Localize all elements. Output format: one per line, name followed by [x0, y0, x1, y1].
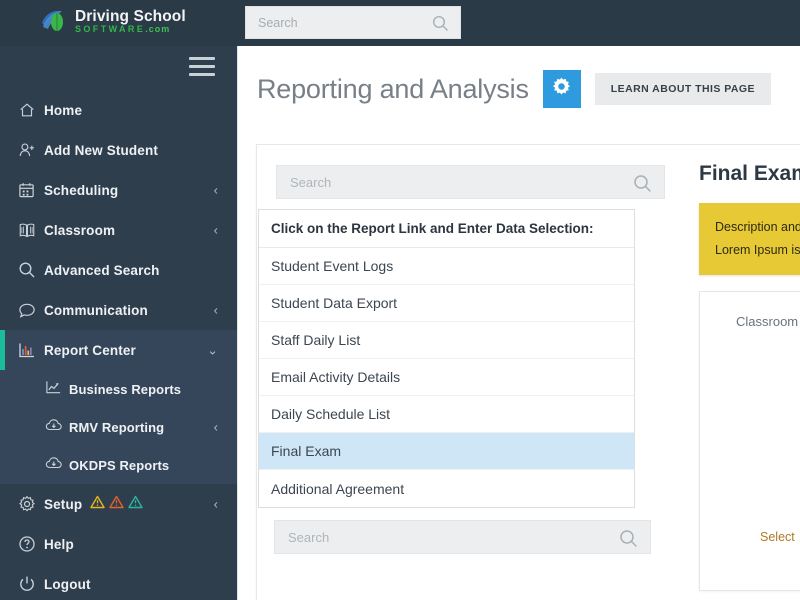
sidebar-item-label: Communication — [44, 303, 148, 318]
sidebar-item-report-center[interactable]: Report Center ⌄ — [0, 330, 237, 370]
learn-about-this-page-button[interactable]: LEARN ABOUT THIS PAGE — [595, 73, 771, 105]
leaf-swoosh-logo-icon — [40, 7, 68, 35]
brand-subtitle: SOFTWARE.com — [75, 25, 186, 34]
sidebar-item-label: Home — [44, 103, 82, 118]
sidebar-submenu-report-center: Business Reports RMV Reporting ‹ OKDPS R… — [0, 370, 237, 484]
warning-triangle-icon — [128, 495, 143, 514]
report-search-bottom[interactable] — [274, 520, 651, 554]
gear-icon — [18, 495, 44, 513]
search-icon — [18, 261, 44, 279]
report-list-item[interactable]: Student Data Export — [259, 285, 634, 322]
chevron-down-icon: ⌄ — [207, 344, 218, 357]
report-list-item[interactable]: Additional Agreement — [259, 470, 634, 507]
sidebar-item-label: Logout — [44, 577, 91, 592]
cloud-download-icon — [45, 417, 69, 438]
page-title: Reporting and Analysis — [257, 74, 529, 105]
bar-chart-icon — [18, 341, 44, 359]
sidebar-item-classroom[interactable]: Classroom ‹ — [0, 210, 237, 250]
sidebar-subitem-label: RMV Reporting — [69, 420, 164, 435]
green-flag-icon[interactable] — [347, 582, 421, 600]
sidebar-item-communication[interactable]: Communication ‹ — [0, 290, 237, 330]
report-list-item[interactable]: Daily Schedule List — [259, 396, 634, 433]
sidebar-item-label: Setup — [44, 497, 82, 512]
report-list-item[interactable]: Student Event Logs — [259, 248, 634, 285]
detail-card-label: Classroom — [736, 314, 798, 329]
brand-logo[interactable]: Driving School SOFTWARE.com — [40, 7, 186, 35]
detail-title: Final Exam — [699, 162, 800, 186]
sidebar: Home Add New Student Scheduling ‹ Classr… — [0, 46, 237, 600]
detail-description-note: Description and selection instructions g… — [699, 203, 800, 275]
setup-warning-badges — [90, 495, 143, 514]
chat-bubble-icon — [18, 301, 44, 319]
home-icon — [18, 101, 44, 119]
report-list-item[interactable]: Staff Daily List — [259, 322, 634, 359]
search-icon — [432, 15, 449, 37]
report-content-card: Click on the Report Link and Enter Data … — [256, 144, 800, 600]
main-content: Reporting and Analysis LEARN ABOUT THIS … — [237, 46, 800, 600]
sidebar-item-label: Help — [44, 537, 74, 552]
sidebar-item-help[interactable]: Help — [0, 524, 237, 564]
report-list-header: Click on the Report Link and Enter Data … — [259, 210, 634, 248]
calendar-icon — [18, 181, 44, 199]
page-settings-button[interactable] — [543, 70, 581, 108]
report-selector-column: Click on the Report Link and Enter Data … — [257, 145, 684, 600]
report-list-item-selected[interactable]: Final Exam — [259, 433, 634, 470]
report-search-bottom-input[interactable] — [288, 521, 608, 553]
dark-device-icon[interactable] — [473, 582, 545, 600]
sidebar-item-label: Classroom — [44, 223, 115, 238]
sidebar-item-label: Report Center — [44, 343, 136, 358]
sidebar-toggle-row — [0, 46, 237, 90]
note-line: Description and selection instructions g… — [715, 216, 800, 239]
chevron-left-icon: ‹ — [214, 421, 218, 434]
add-user-icon — [18, 141, 44, 159]
top-bar: Driving School SOFTWARE.com — [0, 0, 800, 46]
report-list-item[interactable]: Email Activity Details — [259, 359, 634, 396]
global-search[interactable] — [245, 6, 461, 39]
power-icon — [18, 575, 44, 593]
report-search-top-input[interactable] — [290, 166, 620, 198]
report-badge-row — [347, 582, 684, 600]
report-search-top[interactable] — [276, 165, 665, 199]
sidebar-subitem-rmv-reporting[interactable]: RMV Reporting ‹ — [0, 408, 237, 446]
sidebar-item-setup[interactable]: Setup ‹ — [0, 484, 237, 524]
sidebar-subitem-okdps-reports[interactable]: OKDPS Reports — [0, 446, 237, 484]
detail-card-sub-label: Select — [760, 530, 795, 544]
brand-title: Driving School — [75, 9, 186, 25]
chevron-left-icon: ‹ — [214, 184, 218, 197]
warning-triangle-icon — [90, 495, 105, 514]
detail-form-card: Classroom Select — [699, 291, 800, 591]
chevron-left-icon: ‹ — [214, 224, 218, 237]
search-icon — [619, 529, 638, 553]
global-search-input[interactable] — [258, 7, 428, 38]
sidebar-subitem-business-reports[interactable]: Business Reports — [0, 370, 237, 408]
sidebar-item-label: Advanced Search — [44, 263, 160, 278]
sidebar-item-scheduling[interactable]: Scheduling ‹ — [0, 170, 237, 210]
sidebar-item-advanced-search[interactable]: Advanced Search — [0, 250, 237, 290]
sidebar-subitem-label: Business Reports — [69, 382, 181, 397]
page-header: Reporting and Analysis LEARN ABOUT THIS … — [238, 46, 800, 132]
sidebar-item-label: Scheduling — [44, 183, 118, 198]
report-detail-column: Final Exam Description and selection ins… — [684, 145, 800, 591]
hamburger-icon[interactable] — [189, 57, 215, 77]
cloud-download-icon — [45, 455, 69, 476]
gear-icon — [551, 76, 572, 102]
book-icon — [18, 221, 44, 239]
sidebar-item-add-new-student[interactable]: Add New Student — [0, 130, 237, 170]
warning-triangle-icon — [109, 495, 124, 514]
line-chart-icon — [45, 379, 69, 400]
report-link-list: Click on the Report Link and Enter Data … — [258, 209, 635, 508]
question-circle-icon — [18, 535, 44, 553]
brand-domain: .com — [145, 24, 170, 34]
search-icon — [633, 174, 652, 198]
chevron-left-icon: ‹ — [214, 304, 218, 317]
chevron-left-icon: ‹ — [214, 498, 218, 511]
note-line: Lorem Ipsum is simply dummy text of the … — [715, 239, 800, 262]
sidebar-item-label: Add New Student — [44, 143, 158, 158]
sidebar-subitem-label: OKDPS Reports — [69, 458, 169, 473]
brand-text: Driving School SOFTWARE.com — [75, 8, 186, 35]
app-root: Driving School SOFTWARE.com — [0, 0, 800, 600]
sidebar-item-home[interactable]: Home — [0, 90, 237, 130]
sidebar-item-logout[interactable]: Logout — [0, 564, 237, 600]
